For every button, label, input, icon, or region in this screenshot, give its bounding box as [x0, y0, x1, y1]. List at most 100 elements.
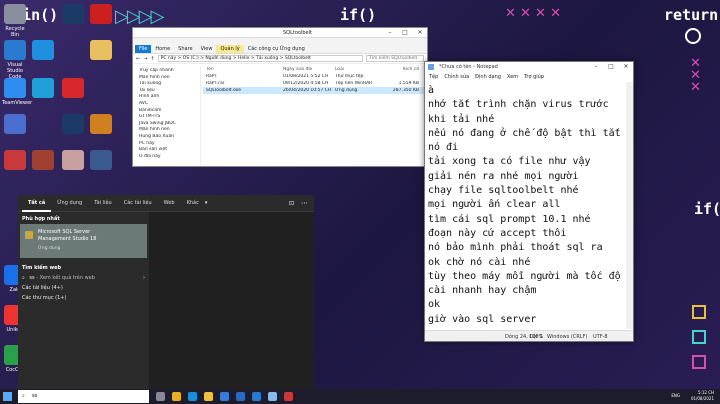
file-row[interactable]: RaPT.rar 09/12/2020 4:58 CH Tệp nén WinRAR… [203, 80, 427, 87]
nav-item[interactable]: Màn hình nền [135, 127, 198, 134]
wallpaper-code-center: if() [340, 6, 377, 24]
feedback-icon[interactable]: ⊡ [289, 200, 294, 207]
nav-item[interactable]: PC này [135, 141, 198, 148]
col-header-type[interactable]: Loại [335, 67, 379, 72]
filter-tab-all[interactable]: Tất cả [22, 195, 52, 212]
nav-item[interactable]: Tài liệu [135, 88, 198, 95]
up-arrow-icon[interactable]: ↑ [150, 56, 154, 62]
best-match-result[interactable]: Microsoft SQL Server Management Studio 1… [20, 224, 147, 258]
desktop-icon-generic-6[interactable] [60, 4, 86, 42]
explorer-titlebar: SQLtoolbelt – □ ✕ [133, 28, 427, 38]
vscode-taskbar-icon[interactable] [252, 392, 261, 401]
notepad-text-area[interactable]: à nhớ tắt trình chặn virus trước khi tải n… [428, 84, 625, 329]
col-header-date[interactable]: Ngày sửa đổi [283, 67, 335, 72]
notepad-taskbar-icon[interactable] [268, 392, 277, 401]
desktop-icon-generic-10[interactable] [88, 4, 114, 42]
search-results-list: Phù hợp nhất Microsoft SQL Server Manage… [18, 212, 149, 389]
desktop-icon-teamviewer[interactable]: TeamViewer [2, 78, 32, 116]
explorer-close-button[interactable]: ✕ [413, 28, 427, 38]
filter-tab-other-docs[interactable]: Các tài liệu [118, 195, 158, 212]
explorer-search-input[interactable]: Tìm kiếm SQLtoolbelt [366, 55, 424, 62]
desktop-icon-generic-4[interactable] [30, 78, 56, 116]
desktop-icon-generic-11[interactable] [88, 40, 114, 78]
nav-item[interactable]: Bandicam [135, 108, 198, 115]
best-match-type: Ứng dụng [38, 246, 61, 251]
folders-category[interactable]: Các thư mục (1+) [18, 293, 149, 303]
nav-item[interactable]: Ổ đĩa này [135, 154, 198, 161]
desktop-icon-generic-13[interactable] [88, 150, 114, 188]
col-header-size[interactable]: Kích cỡ [379, 67, 419, 72]
tab-manage[interactable]: Quản lý [216, 45, 244, 53]
notepad-maximize-button[interactable]: □ [604, 62, 618, 72]
desktop-icon-generic-8[interactable] [60, 114, 86, 152]
task-view-icon[interactable] [156, 392, 165, 401]
app-icon [90, 150, 112, 170]
wallpaper-square-yellow [692, 305, 706, 319]
app-icon [62, 78, 84, 98]
edge-taskbar-icon[interactable] [188, 392, 197, 401]
notepad-menu-item[interactable]: Chỉnh sửa [444, 74, 469, 80]
taskbar-search-value: ss [32, 393, 38, 399]
explorer-minimize-button[interactable]: – [383, 28, 397, 38]
desktop-icon-generic-7[interactable] [60, 78, 86, 116]
notepad-menu-item[interactable]: Tệp [429, 74, 438, 80]
notepad-vertical-scrollbar[interactable] [626, 82, 633, 329]
desktop-icon-generic-9[interactable] [60, 150, 86, 188]
tab-app-tools[interactable]: Các công cụ Ứng dụng [244, 45, 309, 53]
notepad-menu-item[interactable]: Định dạng [475, 74, 501, 80]
documents-category[interactable]: Các tài liệu (4+) [18, 283, 149, 293]
more-options-icon[interactable]: ⋯ [301, 199, 308, 207]
filter-tab-web[interactable]: Web [158, 195, 181, 212]
notepad-close-button[interactable]: ✕ [619, 62, 633, 72]
back-arrow-icon[interactable]: ← [136, 56, 140, 62]
file-size: 287.350 KB [392, 88, 419, 93]
desktop-icon-recycle-bin[interactable]: Recycle Bin [2, 4, 28, 42]
tab-file[interactable]: File [135, 45, 152, 53]
notepad-text-line: mọi người ấn clear all [428, 199, 561, 211]
address-path[interactable]: PC này > OS (C:) > Người dùng > Hello > … [157, 55, 363, 62]
chrome-taskbar-icon[interactable] [172, 392, 181, 401]
desktop-icon-vscode[interactable]: Visual Studio Code [2, 40, 28, 80]
start-button-icon[interactable] [3, 392, 12, 401]
file-date: 26/04/2020 10:57 CH [283, 88, 332, 93]
file-row[interactable]: SQLToolbelt.exe 26/04/2020 10:57 CH Ứng dụ… [203, 87, 427, 94]
filter-tab-apps[interactable]: Ứng dụng [51, 195, 88, 212]
nav-item[interactable]: Tải xuống [135, 81, 198, 88]
nav-item[interactable]: Bản sàn việt [135, 147, 198, 154]
notepad-minimize-button[interactable]: – [589, 62, 603, 72]
nav-item[interactable]: Hùng Bảo Xuân [135, 134, 198, 141]
desktop-icon-generic-2[interactable] [2, 150, 28, 188]
filter-tab-documents[interactable]: Tài liệu [88, 195, 118, 212]
notepad-app-icon [428, 64, 434, 70]
system-tray[interactable]: ENG 5:12 CH 01/08/2021 [671, 389, 714, 402]
explorer-taskbar-icon[interactable] [204, 392, 213, 401]
taskbar-search-input[interactable]: ⌕ ss [18, 390, 149, 403]
nav-item[interactable]: AVC [135, 101, 198, 108]
desktop-icon-generic-5[interactable] [30, 150, 56, 188]
nav-item[interactable]: Java Swing JBDC [135, 121, 198, 128]
nav-item[interactable]: Truy cập nhanh [135, 68, 198, 75]
mail-taskbar-icon[interactable] [236, 392, 245, 401]
web-search-result[interactable]: ⌕ ss - Xem kết quả trên web › [18, 273, 149, 283]
col-header-name[interactable]: Tên [203, 67, 283, 72]
tab-home[interactable]: Home [151, 45, 174, 53]
explorer-maximize-button[interactable]: □ [398, 28, 412, 38]
notepad-menu-item[interactable]: Trợ giúp [524, 74, 544, 80]
app-taskbar-icon[interactable] [284, 392, 293, 401]
notepad-menu-item[interactable]: Xem [507, 74, 518, 80]
tab-share[interactable]: Share [174, 45, 196, 53]
store-taskbar-icon[interactable] [220, 392, 229, 401]
forward-arrow-icon[interactable]: → [143, 56, 147, 62]
desktop-icon-generic-3[interactable] [30, 40, 56, 78]
nav-item[interactable]: GTTM-ITS [135, 114, 198, 121]
nav-item[interactable]: Hình ảnh [135, 94, 198, 101]
file-size: 1.559 KB [398, 81, 419, 86]
file-row[interactable]: RaPT 01/08/2021 5:52 CH Thư mục tệp [203, 73, 427, 80]
explorer-nav-pane: Truy cập nhanh Màn hình nền Tải xuống Tài l… [133, 66, 201, 166]
desktop-icon-generic-1[interactable] [2, 114, 28, 152]
tab-view[interactable]: View [197, 45, 217, 53]
filter-tab-more[interactable]: Khác [181, 195, 205, 212]
desktop-icon-generic-12[interactable] [88, 114, 114, 152]
nav-item[interactable]: Màn hình nền [135, 75, 198, 82]
web-query: ss [29, 275, 35, 281]
